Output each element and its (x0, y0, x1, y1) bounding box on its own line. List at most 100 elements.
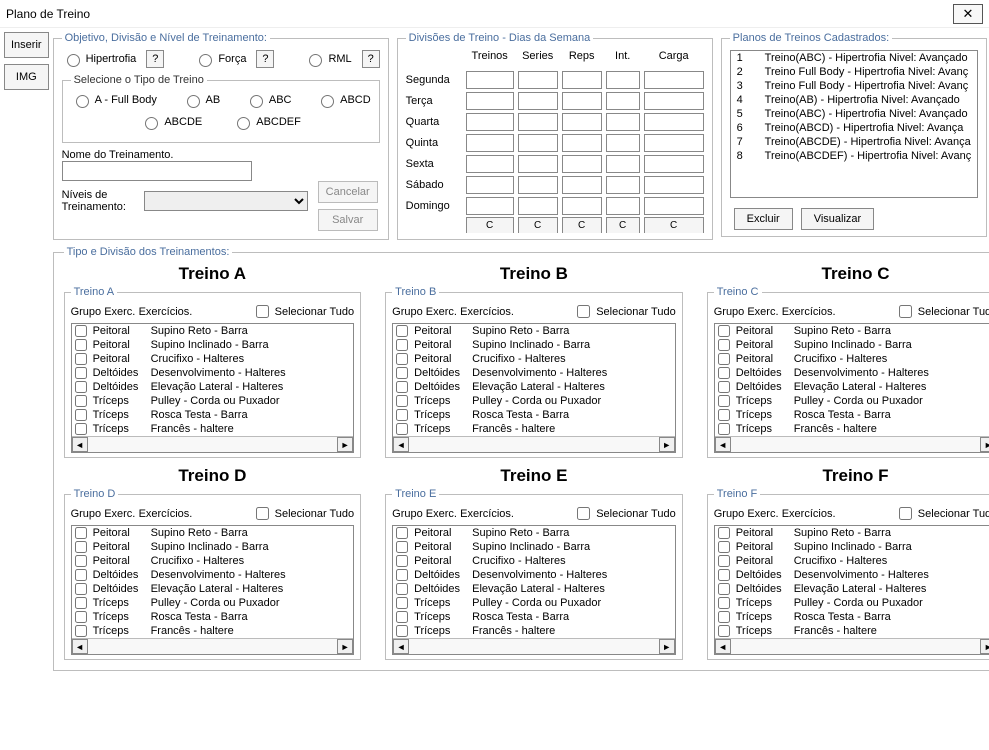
exercise-row[interactable]: PeitoralSupino Inclinado - Barra (715, 540, 989, 554)
exercise-row[interactable]: PeitoralSupino Reto - Barra (393, 526, 675, 540)
exercise-checkbox[interactable] (718, 409, 730, 421)
scroll-left-icon[interactable]: ◄ (715, 437, 731, 452)
radio-hipertrofia[interactable]: Hipertrofia (62, 51, 137, 67)
exercise-row[interactable]: PeitoralCrucifixo - Halteres (715, 352, 989, 366)
exercise-checkbox[interactable] (75, 625, 87, 637)
exercise-row[interactable]: DeltóidesElevação Lateral - Halteres (72, 380, 354, 394)
exercise-row[interactable]: TrícepsFrancês - haltere (715, 624, 989, 638)
exercise-scroll[interactable]: PeitoralSupino Reto - BarraPeitoralSupin… (393, 526, 675, 638)
scroll-track[interactable] (409, 639, 659, 654)
day-cell-dom-0[interactable] (466, 197, 514, 215)
exercise-checkbox[interactable] (718, 353, 730, 365)
exercise-checkbox[interactable] (396, 541, 408, 553)
radio-forca[interactable]: Força (194, 51, 246, 67)
exercise-checkbox[interactable] (396, 325, 408, 337)
exercise-row[interactable]: DeltóidesDesenvolvimento - Halteres (393, 366, 675, 380)
day-cell-sab-0[interactable] (466, 176, 514, 194)
day-cell-sab-4[interactable] (644, 176, 704, 194)
help-forca[interactable]: ? (256, 50, 274, 68)
scroll-track[interactable] (731, 639, 981, 654)
exercise-row[interactable]: TrícepsRosca Testa - Barra (715, 408, 989, 422)
day-cell-qui-2[interactable] (562, 134, 602, 152)
scroll-right-icon[interactable]: ► (980, 639, 989, 654)
exercise-row[interactable]: TrícepsPulley - Corda ou Puxador (715, 394, 989, 408)
day-cell-qua-1[interactable] (518, 113, 558, 131)
exercise-checkbox[interactable] (718, 625, 730, 637)
exercise-row[interactable]: TrícepsPulley - Corda ou Puxador (393, 596, 675, 610)
exercise-scroll[interactable]: PeitoralSupino Reto - BarraPeitoralSupin… (715, 324, 989, 436)
exercise-row[interactable]: DeltóidesDesenvolvimento - Halteres (72, 366, 354, 380)
exercise-row[interactable]: PeitoralSupino Reto - Barra (72, 324, 354, 338)
plano-row[interactable]: 7Treino(ABCDE) - Hipertrofia Nivel: Avan… (731, 135, 978, 149)
exercise-row[interactable]: TrícepsRosca Testa - Barra (72, 610, 354, 624)
plano-row[interactable]: 4Treino(AB) - Hipertrofia Nivel: Avançad… (731, 93, 978, 107)
day-cell-sab-3[interactable] (606, 176, 640, 194)
exercise-row[interactable]: DeltóidesElevação Lateral - Halteres (715, 380, 989, 394)
day-cell-ter-3[interactable] (606, 92, 640, 110)
day-cell-qui-4[interactable] (644, 134, 704, 152)
exercise-row[interactable]: DeltóidesElevação Lateral - Halteres (393, 582, 675, 596)
plano-row[interactable]: 2Treino Full Body - Hipertrofia Nivel: A… (731, 65, 978, 79)
hscrollbar[interactable]: ◄► (72, 436, 354, 452)
exercise-row[interactable]: DeltóidesDesenvolvimento - Halteres (715, 366, 989, 380)
select-all[interactable]: Selecionar Tudo (252, 504, 355, 523)
planos-list[interactable]: 1Treino(ABC) - Hipertrofia Nivel: Avança… (730, 50, 979, 198)
exercise-row[interactable]: TrícepsFrancês - haltere (72, 624, 354, 638)
plano-row[interactable]: 6Treino(ABCD) - Hipertrofia Nivel: Avanç… (731, 121, 978, 135)
exercise-row[interactable]: PeitoralCrucifixo - Halteres (72, 554, 354, 568)
exercise-checkbox[interactable] (396, 395, 408, 407)
exercise-row[interactable]: PeitoralSupino Reto - Barra (715, 526, 989, 540)
exercise-row[interactable]: PeitoralCrucifixo - Halteres (393, 352, 675, 366)
day-cell-qui-0[interactable] (466, 134, 514, 152)
day-cell-sex-1[interactable] (518, 155, 558, 173)
exercise-checkbox[interactable] (718, 325, 730, 337)
select-all[interactable]: Selecionar Tudo (573, 504, 676, 523)
hscrollbar[interactable]: ◄► (72, 638, 354, 654)
exercise-checkbox[interactable] (75, 611, 87, 623)
exercise-row[interactable]: DeltóidesElevação Lateral - Halteres (72, 582, 354, 596)
hscrollbar[interactable]: ◄► (393, 436, 675, 452)
day-cell-seg-1[interactable] (518, 71, 558, 89)
exercise-checkbox[interactable] (75, 583, 87, 595)
day-cell-sab-1[interactable] (518, 176, 558, 194)
c-btn-treinos[interactable]: C (466, 217, 514, 233)
day-cell-sex-2[interactable] (562, 155, 602, 173)
day-cell-ter-1[interactable] (518, 92, 558, 110)
excluir-button[interactable]: Excluir (734, 208, 793, 230)
scroll-right-icon[interactable]: ► (659, 437, 675, 452)
exercise-row[interactable]: PeitoralSupino Inclinado - Barra (72, 540, 354, 554)
select-all[interactable]: Selecionar Tudo (895, 504, 989, 523)
exercise-checkbox[interactable] (718, 527, 730, 539)
day-cell-seg-0[interactable] (466, 71, 514, 89)
exercise-checkbox[interactable] (718, 611, 730, 623)
radio-abcdef[interactable]: ABCDEF (232, 114, 301, 130)
exercise-scroll[interactable]: PeitoralSupino Reto - BarraPeitoralSupin… (715, 526, 989, 638)
c-btn-series[interactable]: C (518, 217, 558, 233)
scroll-right-icon[interactable]: ► (337, 437, 353, 452)
exercise-checkbox[interactable] (75, 569, 87, 581)
nome-input[interactable] (62, 161, 252, 181)
help-hipertrofia[interactable]: ? (146, 50, 164, 68)
select-all[interactable]: Selecionar Tudo (252, 302, 355, 321)
scroll-right-icon[interactable]: ► (659, 639, 675, 654)
exercise-checkbox[interactable] (75, 353, 87, 365)
exercise-row[interactable]: DeltóidesDesenvolvimento - Halteres (72, 568, 354, 582)
scroll-left-icon[interactable]: ◄ (393, 639, 409, 654)
day-cell-qua-0[interactable] (466, 113, 514, 131)
scroll-left-icon[interactable]: ◄ (393, 437, 409, 452)
day-cell-qui-3[interactable] (606, 134, 640, 152)
scroll-track[interactable] (88, 639, 338, 654)
exercise-checkbox[interactable] (75, 367, 87, 379)
exercise-checkbox[interactable] (75, 381, 87, 393)
day-cell-sex-0[interactable] (466, 155, 514, 173)
exercise-scroll[interactable]: PeitoralSupino Reto - BarraPeitoralSupin… (72, 526, 354, 638)
day-cell-qua-3[interactable] (606, 113, 640, 131)
exercise-row[interactable]: DeltóidesElevação Lateral - Halteres (393, 380, 675, 394)
exercise-row[interactable]: DeltóidesElevação Lateral - Halteres (715, 582, 989, 596)
day-cell-qui-1[interactable] (518, 134, 558, 152)
exercise-row[interactable]: PeitoralSupino Reto - Barra (72, 526, 354, 540)
exercise-checkbox[interactable] (396, 339, 408, 351)
exercise-row[interactable]: TrícepsRosca Testa - Barra (393, 610, 675, 624)
day-cell-ter-2[interactable] (562, 92, 602, 110)
radio-abcd[interactable]: ABCD (316, 92, 371, 108)
